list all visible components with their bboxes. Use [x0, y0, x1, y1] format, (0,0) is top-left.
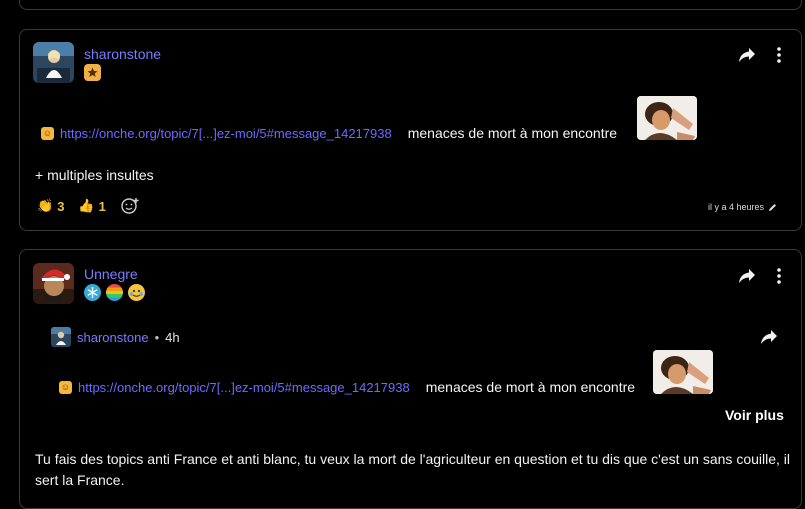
quote-link-line: ☺ https://onche.org/topic/7[...]ez-moi/5…: [59, 379, 635, 395]
message-link[interactable]: https://onche.org/topic/7[...]ez-moi/5#m…: [60, 126, 392, 141]
thumbs-up-icon: 👍: [78, 198, 95, 213]
reactions-bar: 👏 3 👍 1: [37, 196, 140, 216]
separator-dot: •: [154, 329, 160, 345]
reaction-count: 1: [98, 198, 106, 214]
previous-post-card: [19, 0, 802, 10]
snowflake-badge-icon: [84, 284, 101, 301]
edit-pencil-icon: [769, 203, 776, 211]
see-more-button[interactable]: Voir plus: [725, 407, 784, 423]
timestamp-text: il y a 4 heures: [707, 202, 764, 212]
clapping-hands-icon: 👏: [37, 198, 54, 213]
avatar[interactable]: [33, 42, 74, 83]
message-link[interactable]: https://onche.org/topic/7[...]ez-moi/5#m…: [78, 380, 410, 395]
post-body: Tu fais des topics anti France et anti b…: [35, 451, 791, 488]
share-icon[interactable]: [736, 265, 758, 287]
timestamp: il y a 4 heures: [708, 202, 777, 212]
username[interactable]: sharonstone: [84, 46, 161, 62]
crying-face-badge-icon: [128, 284, 145, 301]
quote-author[interactable]: sharonstone: [77, 330, 149, 345]
reaction-count: 3: [57, 198, 65, 214]
message-text: menaces de mort à mon encontre: [407, 125, 618, 141]
avatar[interactable]: [33, 263, 74, 304]
star-badge-icon: [84, 64, 101, 81]
share-icon[interactable]: [736, 44, 758, 66]
rainbow-badge-icon: [106, 284, 123, 301]
more-options-icon[interactable]: [768, 44, 790, 66]
add-reaction-button[interactable]: [120, 196, 140, 216]
username[interactable]: Unnegre: [84, 266, 138, 282]
quote-share-icon[interactable]: [758, 326, 780, 348]
quote-avatar[interactable]: [51, 327, 71, 347]
more-options-icon[interactable]: [768, 265, 790, 287]
quote-header: sharonstone • 4h: [51, 327, 180, 347]
quote-time: 4h: [165, 329, 180, 345]
sticker-image: [637, 96, 697, 140]
smiley-icon: ☺: [59, 380, 72, 394]
link-line: ☺ https://onche.org/topic/7[...]ez-moi/5…: [41, 125, 617, 141]
reaction-clap[interactable]: 👏 3: [37, 198, 64, 214]
smiley-icon: ☺: [41, 126, 54, 140]
message-text: menaces de mort à mon encontre: [425, 379, 636, 395]
add-reaction-icon: [121, 198, 139, 214]
post-body: + multiples insultes: [35, 167, 154, 183]
post-card: sharonstone ☺ https://onche.org/topic/7[…: [19, 29, 802, 231]
post-card: Unnegre sharonstone • 4h ☺ https://onche…: [19, 249, 802, 509]
sticker-image: [653, 350, 713, 394]
reaction-thumbs-up[interactable]: 👍 1: [78, 198, 105, 214]
